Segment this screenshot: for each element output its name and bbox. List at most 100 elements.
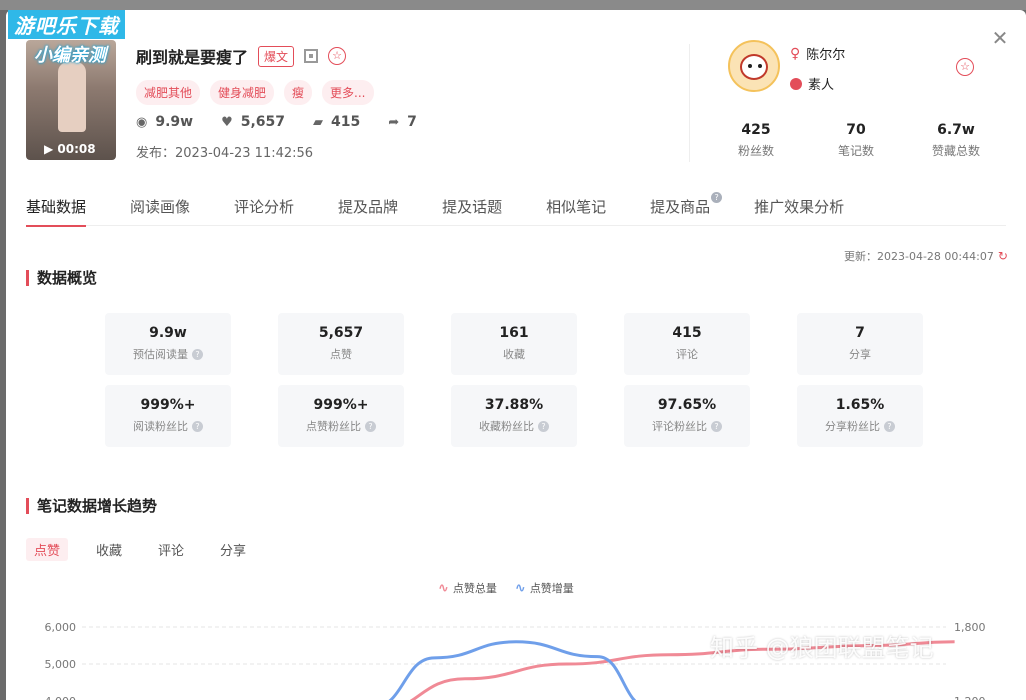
- metric-card: 9.9w 预估阅读量?: [105, 313, 231, 375]
- metric-label-row: 阅读粉丝比?: [133, 418, 203, 434]
- tag-more[interactable]: 更多...: [322, 80, 374, 105]
- metric-card: 415 评论: [624, 313, 750, 375]
- watermark-bottom-right: 知乎 @狼团联盟笔记: [710, 634, 934, 662]
- heart-icon: ♥: [221, 114, 233, 130]
- legend-swatch-icon: ∿: [514, 580, 526, 596]
- metric-label: 收藏: [503, 348, 525, 361]
- overview-cards: 9.9w 预估阅读量? 5,657 点赞 161 收藏 415 评论 7 分享 999%+…: [105, 313, 923, 447]
- comment-icon: ▰: [313, 114, 324, 130]
- tab-mentioned-products[interactable]: 提及商品?: [650, 192, 723, 226]
- close-icon[interactable]: ✕: [988, 26, 1012, 50]
- tab-promotion-analysis[interactable]: 推广效果分析: [754, 196, 844, 226]
- refresh-icon[interactable]: ↻: [998, 249, 1008, 263]
- tag-item[interactable]: 减肥其他: [136, 80, 201, 105]
- avatar-face: [740, 54, 768, 80]
- metric-value: 97.65%: [657, 397, 717, 413]
- help-icon[interactable]: ?: [711, 420, 722, 432]
- update-time: 更新：2023-04-28 00:44:07 ↻: [844, 248, 1008, 264]
- author-avatar[interactable]: [728, 40, 780, 92]
- likes-stat: ♥ 5,657: [221, 114, 285, 130]
- background-page-strip: [0, 0, 1026, 10]
- author-role: 素人: [808, 78, 835, 93]
- y-left-tick-label: 4,000: [45, 695, 77, 700]
- legend-item[interactable]: ∿ 点赞增量: [515, 580, 574, 596]
- metric-card: 37.88% 收藏粉丝比?: [451, 385, 577, 447]
- watermark-top-left: 游吧乐下载 小编亲测: [8, 10, 125, 67]
- metric-value: 415: [672, 325, 702, 341]
- metric-card: 161 收藏: [451, 313, 577, 375]
- tab-similar-notes[interactable]: 相似笔记: [546, 196, 606, 226]
- author-stat-label: 笔记数: [837, 144, 874, 158]
- metric-card: 7 分享: [797, 313, 923, 375]
- metric-label: 阅读粉丝比: [133, 420, 188, 433]
- metric-card: 999%+ 点赞粉丝比?: [278, 385, 404, 447]
- metric-label: 分享: [849, 348, 871, 361]
- legend-label: 点赞增量: [529, 582, 574, 595]
- metric-value: 999%+: [140, 397, 196, 413]
- likes-value: 5,657: [240, 114, 286, 130]
- note-title-row: 刷到就是要瘦了 爆文 ☆: [136, 44, 347, 68]
- hot-badge: 爆文: [258, 45, 295, 67]
- author-stat: 6.7w 赞藏总数: [911, 122, 1001, 159]
- author-name[interactable]: 陈尔尔: [806, 44, 845, 63]
- metric-label: 评论: [676, 348, 698, 361]
- tab-basic-data[interactable]: 基础数据: [26, 196, 87, 227]
- female-icon: ♀: [790, 45, 801, 62]
- help-icon[interactable]: ?: [711, 192, 723, 203]
- help-icon[interactable]: ?: [192, 420, 203, 432]
- note-detail-modal: ✕ ▶ 00:08 刷到就是要瘦了 爆文 ☆ 减肥其他 健身减肥 瘦 更多...…: [6, 10, 1026, 700]
- tab-comment-analysis[interactable]: 评论分析: [234, 196, 294, 226]
- metric-label: 点赞: [330, 348, 352, 361]
- metric-label-row: 点赞粉丝比?: [306, 418, 376, 434]
- metric-label: 评论粉丝比: [652, 420, 707, 433]
- chart-legend: ∿ 点赞总量 ∿ 点赞增量: [438, 580, 574, 596]
- y-left-tick-label: 5,000: [45, 658, 77, 671]
- legend-swatch-icon: ∿: [438, 580, 449, 596]
- tag-item[interactable]: 健身减肥: [210, 80, 275, 105]
- metric-value: 37.88%: [484, 397, 544, 413]
- metric-tab-shares[interactable]: 分享: [212, 538, 254, 561]
- metric-card: 5,657 点赞: [278, 313, 404, 375]
- metric-label: 收藏粉丝比: [479, 420, 534, 433]
- metric-tab-comments[interactable]: 评论: [150, 538, 192, 561]
- metric-label-row: 评论粉丝比?: [652, 418, 722, 434]
- metric-tab-collects[interactable]: 收藏: [88, 538, 130, 561]
- metric-label-row: 评论: [676, 346, 698, 362]
- tab-mentioned-brands[interactable]: 提及品牌: [338, 196, 398, 226]
- tag-item[interactable]: 瘦: [284, 80, 313, 105]
- metric-label: 点赞粉丝比: [306, 420, 361, 433]
- author-role-row: 素人: [790, 74, 834, 93]
- author-stat-value: 70: [846, 122, 866, 138]
- analysis-tabs: 基础数据 阅读画像 评论分析 提及品牌 提及话题 相似笔记 提及商品? 推广效果…: [26, 192, 1006, 227]
- metric-value: 999%+: [313, 397, 369, 413]
- author-stats: 425 粉丝数 70 笔记数 6.7w 赞藏总数: [706, 122, 1006, 159]
- author-stat-value: 6.7w: [937, 122, 975, 138]
- metric-value: 7: [855, 325, 865, 341]
- y-right-tick-label: 1,200: [954, 695, 986, 700]
- follow-star-icon[interactable]: ☆: [956, 58, 974, 76]
- help-icon[interactable]: ?: [365, 420, 376, 432]
- help-icon[interactable]: ?: [884, 420, 895, 432]
- metric-tab-likes[interactable]: 点赞: [26, 538, 69, 561]
- tab-mentioned-topics[interactable]: 提及话题: [442, 196, 502, 226]
- tab-reader-profile[interactable]: 阅读画像: [130, 196, 190, 226]
- metric-card: 97.65% 评论粉丝比?: [624, 385, 750, 447]
- metric-label-row: 预估阅读量?: [133, 346, 203, 362]
- trend-metric-tabs: 点赞 收藏 评论 分享: [26, 538, 254, 561]
- video-duration-text: 00:08: [57, 142, 96, 156]
- author-name-row: ♀ 陈尔尔: [790, 44, 845, 64]
- author-stat: 425 粉丝数: [711, 122, 801, 159]
- metric-label-row: 分享粉丝比?: [825, 418, 895, 434]
- tab-mentioned-products-label: 提及商品: [650, 198, 711, 216]
- favorite-icon[interactable]: ☆: [328, 47, 347, 65]
- metric-value: 9.9w: [149, 325, 187, 341]
- series-line-increment: [388, 640, 637, 700]
- share-icon: ➦: [388, 114, 400, 130]
- y-right-tick-label: 1,800: [954, 621, 986, 634]
- qrcode-icon[interactable]: [304, 49, 319, 63]
- help-icon[interactable]: ?: [192, 348, 203, 360]
- help-icon[interactable]: ?: [538, 420, 549, 432]
- author-stat-label: 粉丝数: [737, 144, 774, 158]
- metric-label-row: 分享: [849, 346, 871, 362]
- legend-item[interactable]: ∿ 点赞总量: [438, 580, 497, 596]
